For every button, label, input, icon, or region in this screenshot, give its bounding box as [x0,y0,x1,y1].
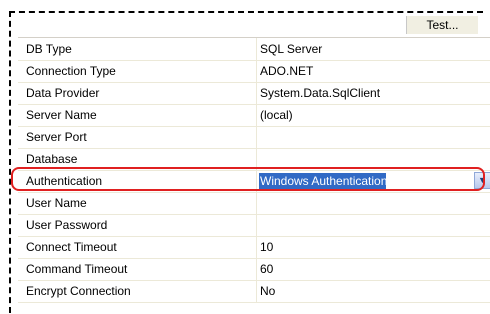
property-value[interactable]: ADO.NET [260,60,313,82]
property-row-authentication[interactable]: Authentication Windows Authentication ▼ [18,170,490,193]
property-name: Connection Type [26,64,116,78]
property-row-command-timeout[interactable]: Command Timeout 60 [18,258,490,281]
property-name: Command Timeout [26,262,128,276]
authentication-select[interactable]: Windows Authentication [260,170,387,192]
property-name: Data Provider [26,86,100,100]
property-name: DB Type [26,42,72,56]
column-divider [256,82,257,104]
column-divider [256,214,257,236]
property-name: User Name [26,196,87,210]
test-button[interactable]: Test... [406,16,478,34]
column-divider [256,170,257,192]
property-row-user-password[interactable]: User Password [18,214,490,237]
property-name: Connect Timeout [26,240,117,254]
property-name: Server Name [26,108,97,122]
property-row-connection-type[interactable]: Connection Type ADO.NET [18,60,490,83]
property-grid: DB Type SQL Server Connection Type ADO.N… [18,37,490,313]
property-name: Authentication [26,174,103,188]
column-divider [256,280,257,302]
property-name: User Password [26,218,108,232]
column-divider [256,192,257,214]
chevron-down-icon: ▼ [478,175,487,185]
property-row-connect-timeout[interactable]: Connect Timeout 10 [18,236,490,259]
property-name: Database [26,152,78,166]
dropdown-button[interactable]: ▼ [474,172,490,189]
property-value[interactable]: 60 [260,258,273,280]
property-row-server-port[interactable]: Server Port [18,126,490,149]
property-row-data-provider[interactable]: Data Provider System.Data.SqlClient [18,82,490,105]
property-row-encrypt-connection[interactable]: Encrypt Connection No [18,280,490,303]
property-row-server-name[interactable]: Server Name (local) [18,104,490,127]
property-value[interactable]: 10 [260,236,273,258]
column-divider [256,258,257,280]
property-value[interactable]: SQL Server [260,38,322,60]
property-name: Server Port [26,130,87,144]
column-divider [256,236,257,258]
column-divider [256,38,257,60]
column-divider [256,60,257,82]
property-value[interactable]: System.Data.SqlClient [260,82,380,104]
property-row-user-name[interactable]: User Name [18,192,490,215]
column-divider [256,126,257,148]
property-value[interactable]: (local) [260,104,293,126]
property-value[interactable]: No [260,280,275,302]
column-divider [256,104,257,126]
property-name: Encrypt Connection [26,284,131,298]
column-divider [256,148,257,170]
property-row-db-type[interactable]: DB Type SQL Server [18,38,490,61]
property-row-database[interactable]: Database [18,148,490,171]
